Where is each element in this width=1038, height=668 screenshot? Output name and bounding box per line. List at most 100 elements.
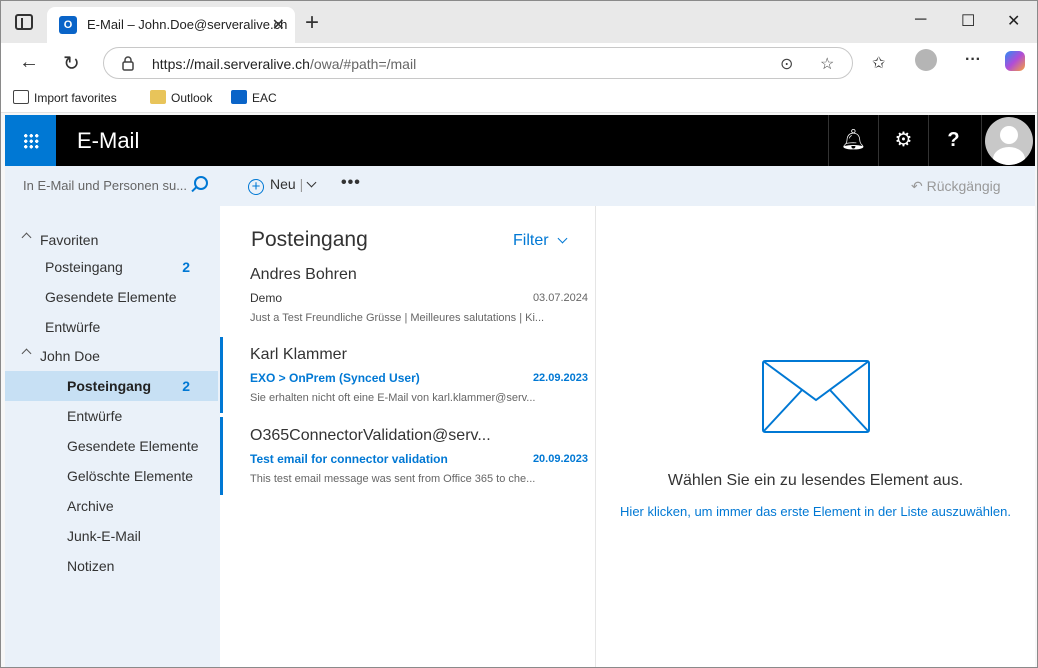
filter-label: Filter (513, 232, 549, 249)
envelope-icon (762, 360, 870, 433)
new-dropdown-icon[interactable] (306, 177, 317, 188)
unread-count: 2 (182, 259, 190, 275)
folder-item-entwuerfe[interactable]: Entwürfe (5, 401, 218, 431)
folder-label: Entwürfe (45, 319, 101, 335)
browser-tab[interactable]: O E-Mail – John.Doe@serveralive.ch ✕ (47, 7, 295, 43)
back-icon[interactable]: ← (19, 51, 39, 74)
bookmark-outlook[interactable]: Outlook (150, 90, 212, 105)
more-actions-icon[interactable]: ••• (341, 174, 361, 192)
new-tab-icon[interactable]: + (305, 9, 319, 37)
favorites-header[interactable]: Favoriten (5, 225, 218, 255)
favorite-item-posteingang[interactable]: Posteingang 2 (5, 252, 218, 282)
reader-icon[interactable]: ⊙ (780, 54, 793, 74)
waffle-dots-icon (23, 133, 39, 149)
unread-count: 2 (182, 378, 190, 394)
bookmark-label: EAC (252, 91, 277, 105)
new-label: Neu (270, 176, 296, 192)
avatar (985, 117, 1033, 165)
chevron-down-icon (557, 233, 568, 244)
lock-icon (122, 56, 134, 71)
owa-header: E-Mail 🔔︎ ⚙ ? (5, 115, 1035, 166)
message-sender: O365ConnectorValidation@serv... (250, 427, 491, 444)
search-box[interactable]: In E-Mail und Personen su... (5, 166, 220, 206)
new-button[interactable]: + Neu | (248, 176, 317, 195)
folder-label: Gesendete Elemente (67, 438, 199, 454)
folder-label: Junk-E-Mail (67, 528, 141, 544)
browser-window: O E-Mail – John.Doe@serveralive.ch ✕ + ─… (0, 0, 1038, 668)
list-title: Posteingang (251, 228, 368, 251)
collapse-chevron-icon[interactable] (21, 348, 32, 359)
folder-label: Gelöschte Elemente (67, 468, 194, 484)
folder-pane: Favoriten Posteingang 2 Gesendete Elemen… (5, 206, 220, 667)
collapse-chevron-icon[interactable] (21, 232, 32, 243)
folder-item-geloeschte[interactable]: Gelöschte Elemente (5, 461, 218, 491)
message-date: 20.09.2023 (532, 453, 588, 465)
message-sender: Andres Bohren (250, 266, 357, 283)
folder-item-archive[interactable]: Archive (5, 491, 218, 521)
message-item[interactable]: Andres Bohren Demo 03.07.2024 Just a Tes… (220, 266, 596, 346)
folder-label: Notizen (67, 558, 115, 574)
user-avatar-button[interactable] (981, 115, 1035, 166)
auto-select-first-link[interactable]: Hier klicken, um immer das erste Element… (596, 504, 1035, 519)
folder-label: Entwürfe (67, 408, 123, 424)
undo-label: Rückgängig (926, 178, 1001, 194)
minimize-icon[interactable]: ─ (915, 11, 926, 29)
outlook-icon (231, 90, 247, 104)
folder-label: Archive (67, 498, 114, 514)
settings-more-icon[interactable]: ··· (965, 51, 981, 69)
address-bar[interactable]: https://mail.serveralive.ch/owa/#path=/m… (103, 47, 853, 79)
bookmark-label: Outlook (171, 91, 213, 105)
message-list: Posteingang Filter Andres Bohren Demo 03… (220, 206, 596, 667)
folder-item-gesendete[interactable]: Gesendete Elemente (5, 431, 218, 461)
account-header-label: John Doe (40, 348, 100, 364)
folder-item-notizen[interactable]: Notizen (5, 551, 218, 581)
tab-title: E-Mail – John.Doe@serveralive.ch (87, 17, 288, 32)
message-date: 03.07.2024 (532, 292, 588, 304)
bookmark-label: Import favorites (34, 91, 117, 105)
url-text: https://mail.serveralive.ch/owa/#path=/m… (152, 56, 416, 72)
favorite-item-entwuerfe[interactable]: Entwürfe (5, 312, 218, 342)
message-date: 22.09.2023 (532, 372, 588, 384)
bookmark-import-favorites[interactable]: Import favorites (13, 90, 117, 105)
message-sender: Karl Klammer (250, 346, 347, 363)
bookmark-eac[interactable]: EAC (231, 90, 277, 105)
close-tab-icon[interactable]: ✕ (272, 15, 285, 35)
app-launcher-icon[interactable] (5, 115, 56, 166)
browser-toolbar: ← ↻ https://mail.serveralive.ch/owa/#pat… (1, 43, 1037, 83)
outlook-folder-icon (150, 90, 166, 104)
favorites-icon[interactable]: ✩ (872, 53, 885, 73)
message-item[interactable]: O365ConnectorValidation@serv... Test ema… (220, 417, 596, 495)
profile-icon[interactable] (915, 49, 937, 71)
folder-item-posteingang[interactable]: Posteingang 2 (5, 371, 218, 401)
folder-item-junk[interactable]: Junk-E-Mail (5, 521, 218, 551)
url-path: /owa/#path=/mail (309, 56, 417, 72)
undo-button[interactable]: ↶ Rückgängig (911, 178, 1001, 195)
close-window-icon[interactable]: ✕ (1007, 11, 1020, 31)
favorites-header-label: Favoriten (40, 232, 99, 248)
settings-gear-icon[interactable]: ⚙ (878, 115, 928, 166)
folder-label: Gesendete Elemente (45, 289, 177, 305)
favorite-item-gesendete[interactable]: Gesendete Elemente (5, 282, 218, 312)
search-icon[interactable] (194, 176, 208, 190)
message-subject: Demo (250, 291, 283, 305)
message-item[interactable]: Karl Klammer EXO > OnPrem (Synced User) … (220, 337, 596, 413)
message-subject: EXO > OnPrem (Synced User) (250, 371, 420, 385)
notifications-bell-icon[interactable]: 🔔︎ (828, 115, 878, 166)
favorite-star-icon[interactable]: ☆ (820, 54, 834, 74)
command-bar: In E-Mail und Personen su... + Neu | ••• … (5, 166, 1035, 206)
app-title: E-Mail (77, 128, 140, 153)
url-host: https://mail.serveralive.ch (152, 56, 310, 72)
help-icon[interactable]: ? (928, 115, 978, 166)
tab-actions-icon[interactable] (15, 14, 33, 30)
message-preview: Sie erhalten nicht oft eine E-Mail von k… (250, 392, 536, 404)
message-preview: Just a Test Freundliche Grüsse | Meilleu… (250, 312, 545, 324)
copilot-icon[interactable] (1005, 51, 1025, 71)
account-header[interactable]: John Doe (5, 341, 218, 371)
maximize-icon[interactable]: ☐ (961, 11, 975, 31)
search-input[interactable]: In E-Mail und Personen su... (23, 178, 187, 193)
plus-icon: + (248, 179, 264, 195)
bookmarks-bar: Import favorites Outlook EAC (1, 83, 1037, 113)
refresh-icon[interactable]: ↻ (63, 51, 80, 76)
message-subject: Test email for connector validation (250, 452, 448, 466)
filter-button[interactable]: Filter (513, 232, 568, 250)
